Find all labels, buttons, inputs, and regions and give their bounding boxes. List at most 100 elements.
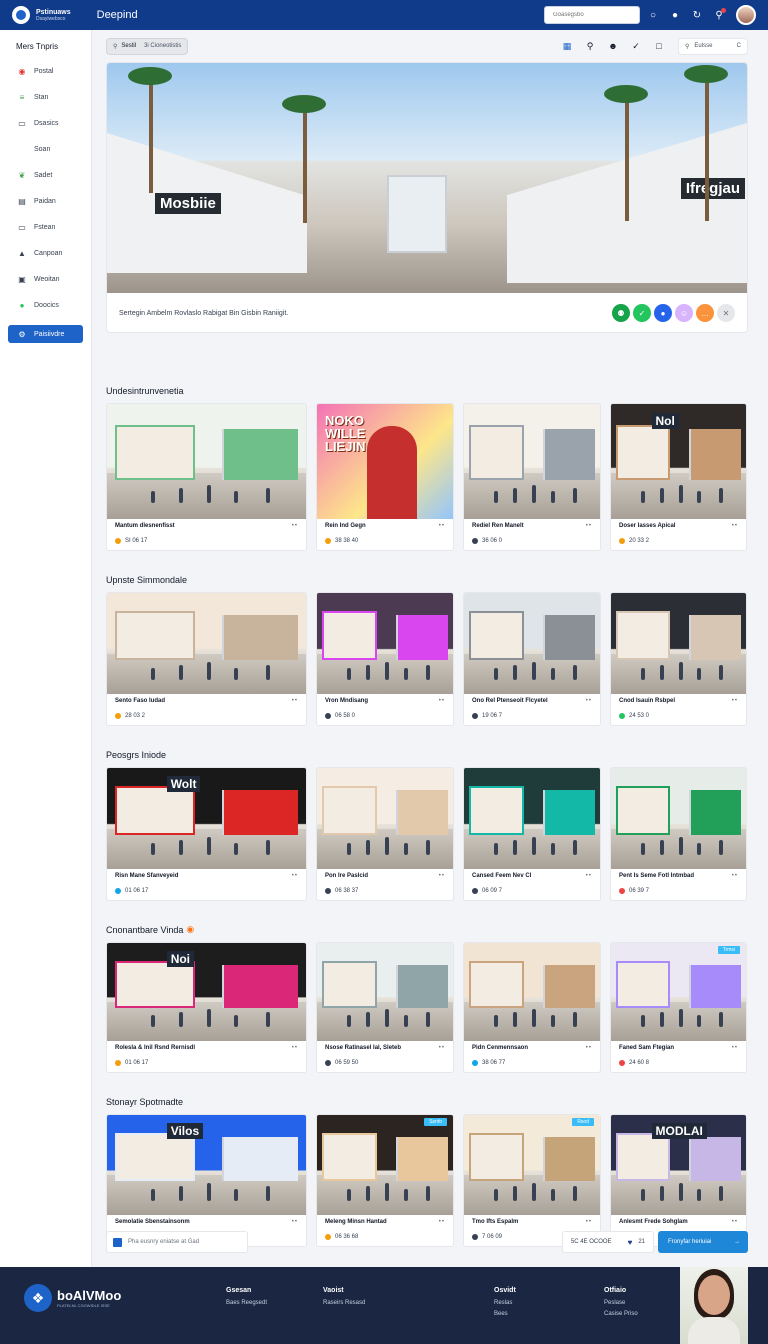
- user-icon[interactable]: ☻: [604, 37, 622, 55]
- zoom-icon[interactable]: ⚲: [581, 37, 599, 55]
- store-card[interactable]: Nsose Ratinasel Ial, Sleteb •• 06 59 50: [316, 942, 454, 1073]
- bell-icon[interactable]: ⚲: [710, 6, 728, 24]
- store-card[interactable]: NOKO WILLE LIEJIN Rein Ind Gegn •• 38 38 40: [316, 403, 454, 551]
- store-card[interactable]: Vron Mndisang •• 06 58 0: [316, 592, 454, 726]
- twitter-icon[interactable]: ✓: [627, 37, 645, 55]
- footer-logo-icon: ❖: [24, 1284, 52, 1312]
- store-card[interactable]: Sento Faso Iudad •• 28 03 2: [106, 592, 307, 726]
- more-options-icon[interactable]: ••: [586, 1219, 592, 1225]
- refresh-icon[interactable]: ↻: [688, 6, 706, 24]
- more-options-icon[interactable]: ••: [439, 1045, 445, 1051]
- sidebar-item-fstean[interactable]: ▭ Fstean: [8, 221, 83, 234]
- section-title-text: Upnste Simmondale: [106, 574, 188, 585]
- more-options-icon[interactable]: ••: [586, 873, 592, 879]
- hero-action-icon[interactable]: ✕: [717, 304, 735, 322]
- more-options-icon[interactable]: ••: [586, 523, 592, 529]
- card-subtitle: [619, 529, 738, 536]
- stats-chip[interactable]: 5C 4E OCOOE ♥ 21: [561, 1231, 654, 1253]
- hero-banner[interactable]: Mosbiie Ifregjau Sertegin Ambelm Rovlasl…: [106, 62, 748, 333]
- sidebar-item-postal[interactable]: ◉ Postal: [8, 65, 83, 78]
- card-title: Nsose Ratinasel Ial, Sleteb: [325, 1045, 402, 1051]
- more-options-icon[interactable]: ••: [292, 1045, 298, 1051]
- hero-action-icon[interactable]: …: [696, 304, 714, 322]
- store-card[interactable]: Pidn Cenmennsaon •• 38 06 77: [463, 942, 601, 1073]
- footer-logo[interactable]: ❖ boAlVMoo PLATELNL CGOWIDLE ISSE: [24, 1284, 121, 1312]
- store-card[interactable]: Pent Is Seme Fotl Intmbad •• 06 39 7: [610, 767, 747, 901]
- sidebar-item-paisiivdre[interactable]: ⚙ Paisiivdre: [8, 325, 83, 343]
- more-options-icon[interactable]: ••: [586, 1045, 592, 1051]
- more-options-icon[interactable]: ••: [439, 523, 445, 529]
- store-card[interactable]: Rediel Ren Manelt •• 36 06 0: [463, 403, 601, 551]
- hero-action-icon[interactable]: ☺: [675, 304, 693, 322]
- hero-action-icon[interactable]: ✓: [633, 304, 651, 322]
- more-options-icon[interactable]: ••: [439, 873, 445, 879]
- shopper-figure: [385, 661, 389, 680]
- heart-icon[interactable]: ♥: [628, 1238, 633, 1247]
- chat-icon[interactable]: ○: [644, 6, 662, 24]
- more-options-icon[interactable]: ••: [732, 873, 738, 879]
- shopper-figure: [266, 839, 271, 855]
- store-card[interactable]: Rsod Tmo Ifts Espalm •• 7 06 09: [463, 1114, 601, 1247]
- shopper-figure: [678, 1183, 683, 1201]
- store-card[interactable]: Wolt Risn Mane Sfanveyeid •• 01 06 17: [106, 767, 307, 901]
- store-card[interactable]: Cnod Isauin Rsbpel •• 24 53 0: [610, 592, 747, 726]
- more-options-icon[interactable]: ••: [439, 698, 445, 704]
- store-thumbnail: Ssnfo: [317, 1115, 453, 1215]
- brand-logo-icon[interactable]: [12, 6, 30, 24]
- hero-action-icon[interactable]: ●: [654, 304, 672, 322]
- more-options-icon[interactable]: ••: [292, 1219, 298, 1225]
- more-options-icon[interactable]: ••: [732, 1045, 738, 1051]
- store-card[interactable]: VilosSemolatie Sbenstainsonm••20 60 17: [106, 1114, 307, 1247]
- store-thumbnail: [317, 768, 453, 869]
- primary-action-button[interactable]: Fronyfar heriuiai →: [658, 1231, 748, 1253]
- store-card[interactable]: Ssnfo Meleng Minsn Hantad •• 06 36 68: [316, 1114, 454, 1247]
- store-card[interactable]: Nol Doser Iasses Apical •• 20 33 2: [610, 403, 747, 551]
- sidebar-item-soan[interactable]: Soan: [8, 143, 83, 156]
- search-filter-chip[interactable]: ⚲ Sestil 3i Cioneotistis: [106, 37, 189, 55]
- sidebar-item-dsasics[interactable]: ▭ Dsasics: [8, 117, 83, 130]
- card-subtitle: [115, 879, 298, 886]
- more-options-icon[interactable]: ••: [439, 1219, 445, 1225]
- footer-link[interactable]: Raseirs Resasd: [323, 1300, 365, 1306]
- store-card[interactable]: Pon Ire Paslcid •• 06 38 37: [316, 767, 454, 901]
- sidebar-item-weoitan[interactable]: ▣ Weoitan: [8, 273, 83, 286]
- sidebar-item-sadet[interactable]: ❦ Sadet: [8, 169, 83, 182]
- shopper-figure: [551, 842, 556, 855]
- sidebar-item-paidan[interactable]: ▤ Paidan: [8, 195, 83, 208]
- square-icon[interactable]: □: [650, 37, 668, 55]
- more-options-icon[interactable]: ••: [292, 873, 298, 879]
- store-card[interactable]: Ono Rel Ptenseoit Flcyetel •• 19 06 7: [463, 592, 601, 726]
- footer-link[interactable]: Bees: [494, 1311, 516, 1317]
- store-card[interactable]: Trmsi Faned Sam Ftegian •• 24 60 8: [610, 942, 747, 1073]
- user-avatar[interactable]: [736, 5, 756, 25]
- shopper-figure: [178, 839, 183, 855]
- notification-note[interactable]: Pha eusnry eniatse at Gad: [106, 1231, 248, 1253]
- sidebar-item-doocics[interactable]: ● Doocics: [8, 299, 83, 312]
- checkbox-icon[interactable]: [113, 1237, 122, 1247]
- footer-link[interactable]: Peslase: [604, 1300, 638, 1306]
- more-options-icon[interactable]: ••: [732, 1219, 738, 1225]
- more-options-icon[interactable]: ••: [292, 698, 298, 704]
- storefront: [616, 424, 671, 480]
- store-card[interactable]: Mantum dlesnenfisst •• SI 06 17: [106, 403, 307, 551]
- more-options-icon[interactable]: ••: [732, 523, 738, 529]
- sidebar-item-canpoan[interactable]: ▲ Canpoan: [8, 247, 83, 260]
- sidebar-item-stan[interactable]: ≡ Stan: [8, 91, 83, 104]
- more-options-icon[interactable]: ••: [292, 523, 298, 529]
- footer-link[interactable]: Baes Reegsedt: [226, 1300, 267, 1306]
- hero-action-icon[interactable]: ⚉: [612, 304, 630, 322]
- brand[interactable]: Pstinuaws Dsayiwebsco: [36, 9, 71, 22]
- store-card[interactable]: Cansed Feem Nev Cl •• 06 09 7: [463, 767, 601, 901]
- store-card[interactable]: MODLAIAnlesmt Frede Sohglam••06 06 7: [610, 1114, 747, 1247]
- shopper-figure: [234, 490, 239, 503]
- filter-chip[interactable]: ⚲ Eulsse C: [678, 37, 748, 55]
- footer-link[interactable]: Casise Priso: [604, 1311, 638, 1317]
- more-options-icon[interactable]: ••: [586, 698, 592, 704]
- pin-icon[interactable]: ●: [666, 6, 684, 24]
- global-search-input[interactable]: [544, 6, 640, 24]
- status-dot-icon: [472, 538, 478, 544]
- more-options-icon[interactable]: ••: [732, 698, 738, 704]
- calendar-icon[interactable]: ▦: [558, 37, 576, 55]
- store-card[interactable]: Noi Rolesla & Inil Rsnd Rernisdl •• 01 06 1…: [106, 942, 307, 1073]
- footer-link[interactable]: Reslas: [494, 1300, 516, 1306]
